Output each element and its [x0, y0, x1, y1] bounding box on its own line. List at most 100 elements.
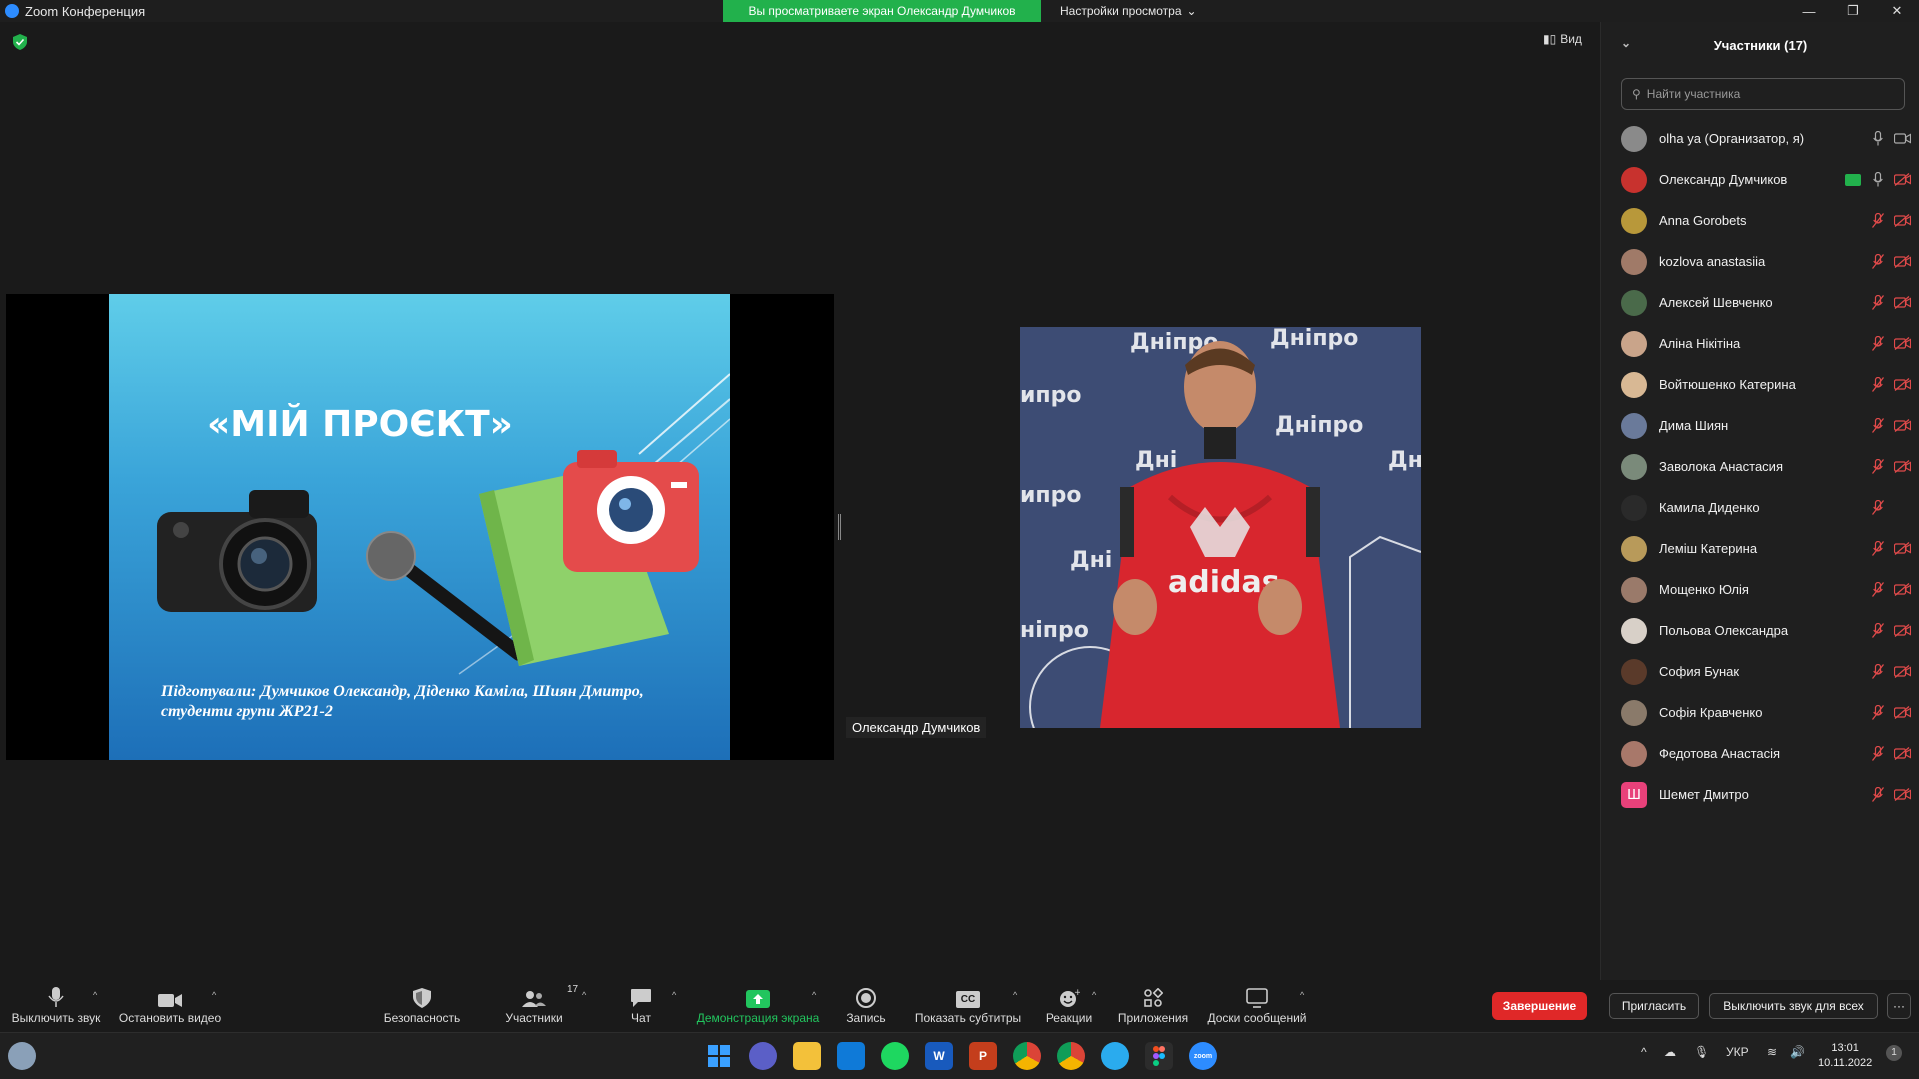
participant-row[interactable]: Anna Gorobets [1621, 200, 1911, 241]
muted-microphone-icon[interactable] [1869, 253, 1886, 270]
reactions-options-caret-icon[interactable]: ^ [1092, 990, 1096, 1000]
weather-widget-icon[interactable] [8, 1042, 36, 1070]
video-off-icon[interactable] [1894, 253, 1911, 270]
muted-microphone-icon[interactable] [1869, 704, 1886, 721]
video-off-icon[interactable] [1894, 294, 1911, 311]
system-clock[interactable]: 13:01 10.11.2022 [1818, 1041, 1872, 1071]
chrome-icon[interactable] [1013, 1042, 1041, 1070]
mute-all-button[interactable]: Выключить звук для всех [1709, 993, 1878, 1019]
microphone-icon[interactable] [1869, 130, 1886, 147]
muted-microphone-icon[interactable] [1869, 294, 1886, 311]
tray-overflow-chevron-icon[interactable]: ^ [1641, 1045, 1647, 1059]
apps-button[interactable]: Приложения [1115, 984, 1191, 1025]
view-button[interactable]: ▮▯ Вид [1543, 32, 1582, 46]
onedrive-icon[interactable]: ☁ [1664, 1045, 1676, 1059]
muted-microphone-icon[interactable] [1869, 663, 1886, 680]
mute-button[interactable]: Выключить звук [10, 984, 102, 1025]
chat-button[interactable]: Чат [620, 984, 662, 1025]
end-meeting-button[interactable]: Завершение [1492, 992, 1587, 1020]
participant-row[interactable]: Олександр Думчиков [1621, 159, 1911, 200]
share-screen-button[interactable]: Демонстрация экрана [693, 984, 823, 1025]
video-off-icon[interactable] [1894, 417, 1911, 434]
telegram-icon[interactable] [1101, 1042, 1129, 1070]
audio-options-caret-icon[interactable]: ^ [93, 990, 97, 1000]
video-off-icon[interactable] [1894, 171, 1911, 188]
record-button[interactable]: Запись [840, 984, 892, 1025]
microsoft-store-icon[interactable] [837, 1042, 865, 1070]
security-button[interactable]: Безопасность [382, 984, 462, 1025]
captions-options-caret-icon[interactable]: ^ [1013, 990, 1017, 1000]
video-options-caret-icon[interactable]: ^ [212, 990, 216, 1000]
restore-button[interactable]: ❐ [1831, 0, 1875, 22]
share-options-caret-icon[interactable]: ^ [812, 990, 816, 1000]
chat-options-caret-icon[interactable]: ^ [672, 990, 676, 1000]
video-off-icon[interactable] [1894, 540, 1911, 557]
figma-icon[interactable] [1145, 1042, 1173, 1070]
muted-microphone-icon[interactable] [1869, 581, 1886, 598]
participant-row[interactable]: kozlova anastasiia [1621, 241, 1911, 282]
participant-search-input[interactable]: ⚲ Найти участника [1621, 78, 1905, 110]
minimize-button[interactable]: — [1787, 0, 1831, 22]
windows-start-icon[interactable] [705, 1042, 733, 1070]
whiteboards-options-caret-icon[interactable]: ^ [1300, 990, 1304, 1000]
keyboard-language[interactable]: УКР [1726, 1045, 1749, 1059]
split-view-resize-handle[interactable] [838, 514, 841, 540]
shared-screen[interactable]: «МІЙ ПРОЄКТ» Підготували: Думчиков Олекс… [6, 294, 834, 760]
video-off-icon[interactable] [1894, 745, 1911, 762]
video-off-icon[interactable] [1894, 335, 1911, 352]
stop-video-button[interactable]: Остановить видео [118, 984, 222, 1025]
participant-row[interactable]: Войтюшенко Катерина [1621, 364, 1911, 405]
encryption-shield-icon[interactable] [13, 34, 27, 50]
participant-row[interactable]: olha ya (Организатор, я) [1621, 118, 1911, 159]
volume-icon[interactable]: 🔊 [1790, 1045, 1805, 1059]
captions-button[interactable]: CC Показать субтитры [912, 984, 1024, 1025]
close-button[interactable]: ✕ [1875, 0, 1919, 22]
whiteboards-button[interactable]: Доски сообщений [1205, 984, 1309, 1025]
muted-microphone-icon[interactable] [1869, 622, 1886, 639]
muted-microphone-icon[interactable] [1869, 376, 1886, 393]
video-off-icon[interactable] [1894, 212, 1911, 229]
zoom-taskbar-icon[interactable]: zoom [1189, 1042, 1217, 1070]
participants-button[interactable]: 17 Участники [502, 984, 578, 1025]
participant-row[interactable]: Заволока Анастасия [1621, 446, 1911, 487]
more-options-button[interactable]: ··· [1887, 993, 1911, 1019]
reactions-button[interactable]: + Реакции [1040, 984, 1098, 1025]
participant-row[interactable]: Аліна Нікітіна [1621, 323, 1911, 364]
muted-microphone-icon[interactable] [1869, 540, 1886, 557]
speaker-video-tile[interactable]: Дніпро Дніпро ипро Дніпро Дні Дні ипро Д… [1020, 327, 1421, 728]
microphone-icon[interactable] [1869, 171, 1886, 188]
notification-badge[interactable]: 1 [1886, 1045, 1902, 1061]
muted-microphone-icon[interactable] [1869, 499, 1886, 516]
tray-microphone-icon[interactable]: 🎙 [1694, 1045, 1709, 1059]
muted-microphone-icon[interactable] [1869, 212, 1886, 229]
muted-microphone-icon[interactable] [1869, 786, 1886, 803]
view-settings-dropdown[interactable]: Настройки просмотра ⌄ [1060, 0, 1197, 22]
video-off-icon[interactable] [1894, 581, 1911, 598]
video-camera-icon[interactable] [1894, 130, 1911, 147]
word-icon[interactable]: W [925, 1042, 953, 1070]
collapse-chevron-icon[interactable]: ⌄ [1621, 36, 1631, 50]
participant-row[interactable]: Леміш Катерина [1621, 528, 1911, 569]
participant-row[interactable]: Ш Шемет Дмитро [1621, 774, 1911, 815]
video-off-icon[interactable] [1894, 458, 1911, 475]
muted-microphone-icon[interactable] [1869, 417, 1886, 434]
powerpoint-icon[interactable]: P [969, 1042, 997, 1070]
video-off-icon[interactable] [1894, 376, 1911, 393]
participant-row[interactable]: Камила Диденко [1621, 487, 1911, 528]
participant-row[interactable]: Алексей Шевченко [1621, 282, 1911, 323]
file-explorer-icon[interactable] [793, 1042, 821, 1070]
participant-row[interactable]: Софія Кравченко [1621, 692, 1911, 733]
wifi-icon[interactable]: ≋ [1767, 1045, 1777, 1059]
invite-button[interactable]: Пригласить [1609, 993, 1699, 1019]
teams-chat-icon[interactable] [749, 1042, 777, 1070]
participant-row[interactable]: Дима Шиян [1621, 405, 1911, 446]
participant-row[interactable]: София Бунак [1621, 651, 1911, 692]
participant-row[interactable]: Польова Олександра [1621, 610, 1911, 651]
chrome-profile-icon[interactable] [1057, 1042, 1085, 1070]
video-off-icon[interactable] [1894, 786, 1911, 803]
muted-microphone-icon[interactable] [1869, 458, 1886, 475]
video-off-icon[interactable] [1894, 622, 1911, 639]
participant-row[interactable]: Федотова Анастасія [1621, 733, 1911, 774]
video-placeholder[interactable] [1894, 499, 1911, 516]
muted-microphone-icon[interactable] [1869, 335, 1886, 352]
